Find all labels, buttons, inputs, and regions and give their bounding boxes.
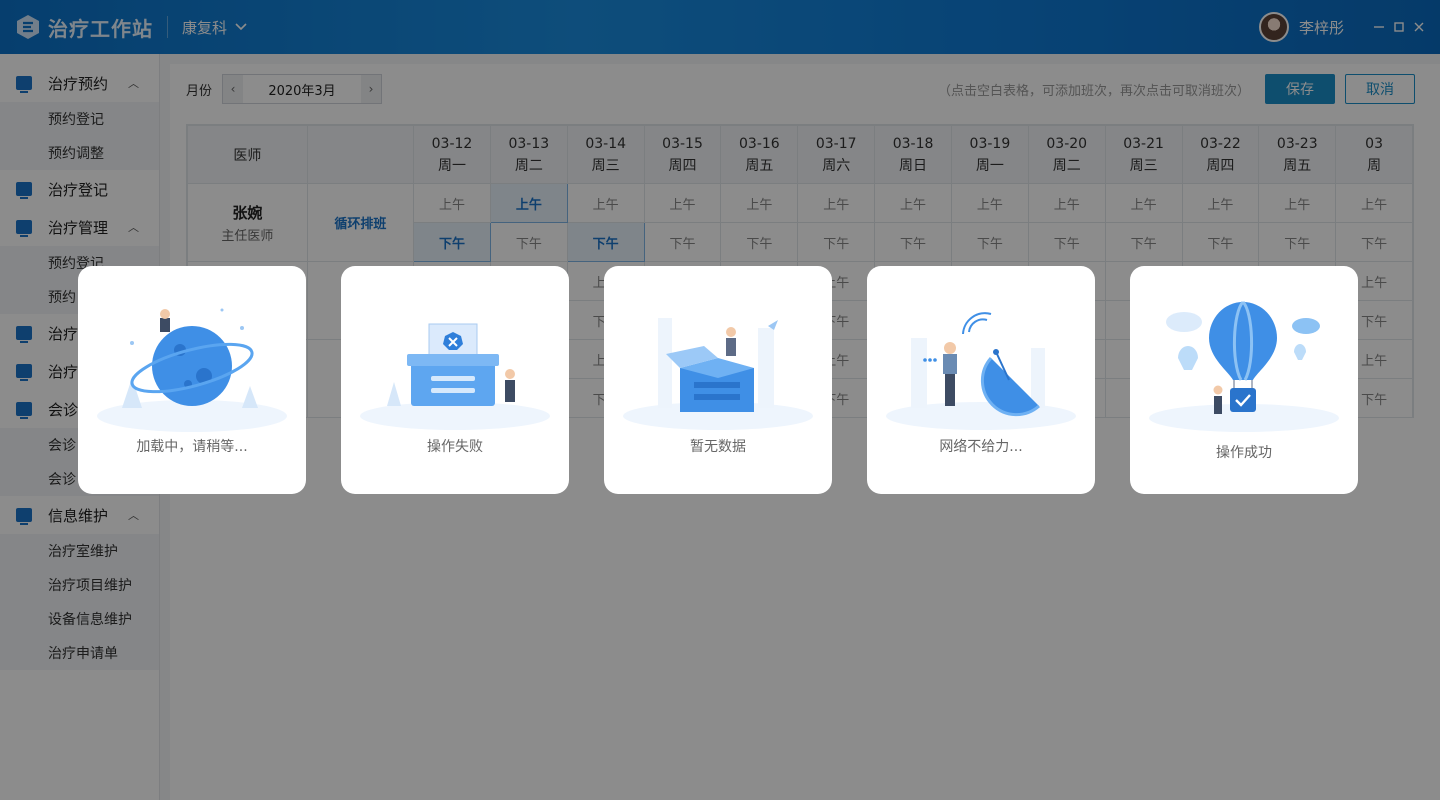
network-caption: 网络不给力... (939, 439, 1023, 455)
loading-card: 加载中，请稍等... (78, 266, 306, 494)
app-window: 治疗工作站 康复科 李梓彤 治疗预约 ︿ 预约登记 预约调整 治疗登记 治疗管理… (0, 0, 1440, 800)
empty-caption: 暂无数据 (690, 439, 746, 455)
loading-caption: 加载中，请稍等... (136, 439, 248, 455)
success-caption: 操作成功 (1216, 445, 1272, 461)
empty-box-illustration (623, 318, 813, 430)
failed-caption: 操作失败 (427, 439, 483, 455)
planet-loading-illustration (97, 308, 287, 432)
satellite-dish-illustration (886, 312, 1076, 430)
network-card: 网络不给力... (867, 266, 1095, 494)
modal-overlay: 加载中，请稍等... 操作失败 暂无数据 网络不给力... 操作成功 (0, 0, 1440, 800)
failed-card: 操作失败 (341, 266, 569, 494)
empty-card: 暂无数据 (604, 266, 832, 494)
failed-box-illustration (360, 323, 550, 430)
hot-air-balloon-illustration (1149, 300, 1339, 432)
success-card: 操作成功 (1130, 266, 1358, 494)
